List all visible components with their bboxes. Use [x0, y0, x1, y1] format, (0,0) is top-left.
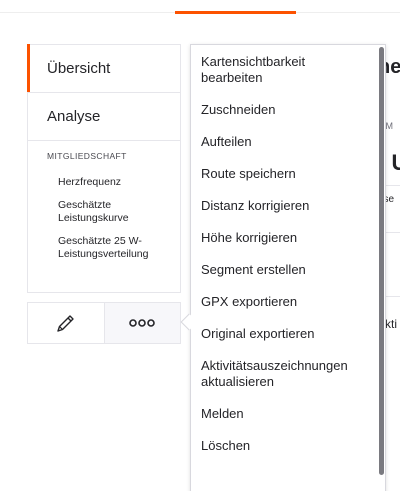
menu-item-crop[interactable]: Zuschneiden — [191, 94, 385, 126]
menu-item-report[interactable]: Melden — [191, 398, 385, 430]
section-label-membership: MITGLIEDSCHAFT — [47, 151, 127, 161]
more-options-button[interactable] — [104, 303, 180, 343]
sidebar-item-power-curve[interactable]: Geschätzte Leistungskurve — [28, 193, 180, 229]
menu-item-correct-distance[interactable]: Distanz korrigieren — [191, 190, 385, 222]
sidebar-item-power-distribution[interactable]: Geschätzte 25 W-Leistungsverteilung — [28, 229, 180, 265]
sidebar-item-heart-rate[interactable]: Herzfrequenz — [28, 170, 180, 193]
menu-item-split[interactable]: Aufteilen — [191, 126, 385, 158]
sidebar-item-analysis[interactable]: Analyse — [28, 93, 180, 141]
menu-item-export-original[interactable]: Original exportieren — [191, 318, 385, 350]
ellipsis-icon — [129, 319, 156, 327]
menu-item-correct-elevation[interactable]: Höhe korrigieren — [191, 222, 385, 254]
menu-item-export-gpx[interactable]: GPX exportieren — [191, 286, 385, 318]
more-options-menu: Kartensichtbarkeit bearbeiten Zuschneide… — [190, 44, 386, 491]
edit-button[interactable] — [28, 303, 105, 343]
sidebar-item-overview[interactable]: Übersicht — [27, 44, 180, 93]
menu-item-edit-map-visibility[interactable]: Kartensichtbarkeit bearbeiten — [191, 45, 385, 94]
menu-item-create-segment[interactable]: Segment erstellen — [191, 254, 385, 286]
activity-sidebar: Übersicht Analyse MITGLIEDSCHAFT Herzfre… — [27, 44, 181, 293]
pencil-icon — [57, 315, 74, 332]
menu-item-save-route[interactable]: Route speichern — [191, 158, 385, 190]
activity-stat-fragment: kti — [385, 317, 397, 331]
menu-item-refresh-achievements[interactable]: Aktivitätsauszeichnungen aktualisieren — [191, 350, 385, 398]
menu-scrollbar[interactable] — [379, 47, 384, 475]
activity-actions — [27, 302, 181, 344]
active-tab-indicator — [175, 11, 296, 14]
menu-item-delete[interactable]: Löschen — [191, 430, 385, 462]
